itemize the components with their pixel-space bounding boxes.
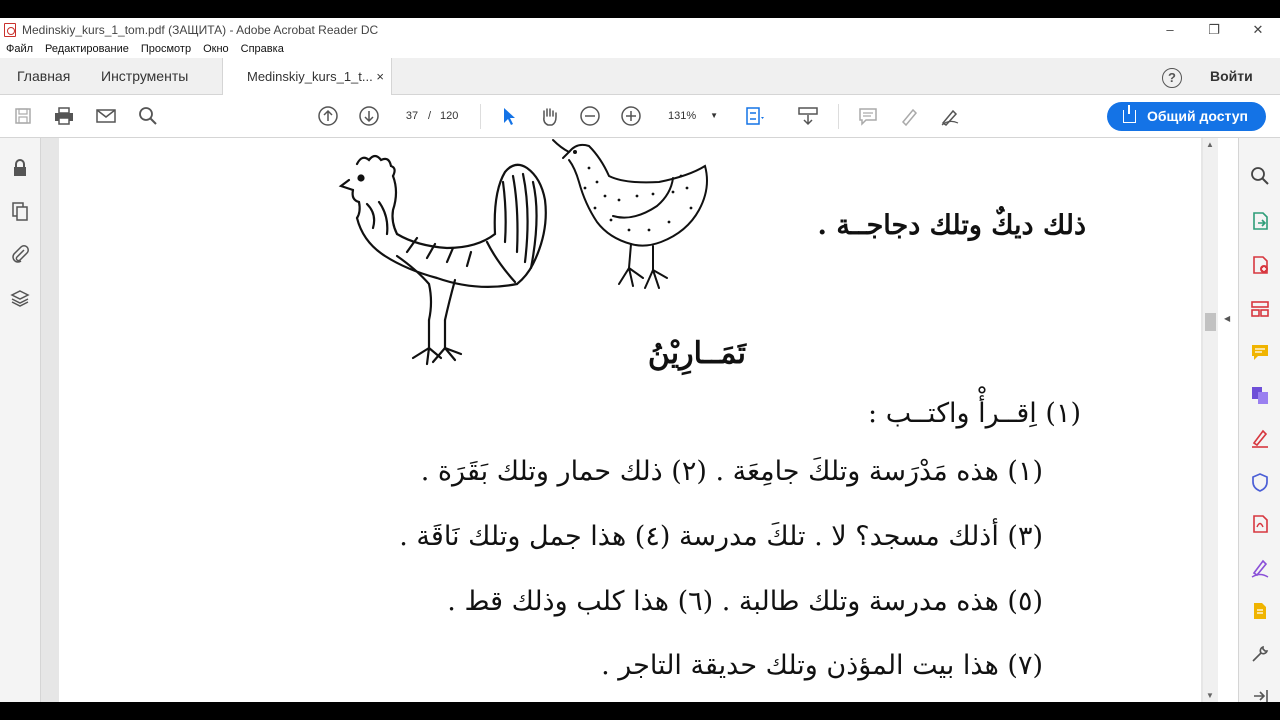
tab-home[interactable]: Главная [17, 58, 70, 95]
zoom-value: 131% [668, 110, 697, 122]
vertical-scrollbar[interactable]: ▲ ▼ [1203, 138, 1218, 702]
menu-edit[interactable]: Редактирование [39, 41, 135, 58]
picture-caption: ذلك ديكٌ وتلك دجاجــة . [817, 210, 1086, 241]
window-title: Medinskiy_kurs_1_tom.pdf (ЗАЩИТА) - Adob… [22, 22, 379, 37]
print-icon[interactable] [53, 105, 75, 127]
tab-tools[interactable]: Инструменты [101, 58, 188, 95]
combine-files-icon[interactable] [1250, 385, 1270, 405]
edit-pdf-icon[interactable] [1250, 558, 1270, 578]
attachment-icon[interactable] [10, 244, 30, 264]
sign-icon[interactable] [939, 105, 961, 127]
close-window-button[interactable]: ✕ [1236, 18, 1280, 41]
comment-icon[interactable] [857, 105, 879, 127]
scroll-up-icon[interactable]: ▲ [1206, 140, 1214, 149]
menu-file[interactable]: Файл [0, 41, 39, 58]
share-icon [1123, 105, 1136, 123]
prev-page-icon[interactable] [317, 105, 339, 127]
document-viewport[interactable]: ذلك ديكٌ وتلك دجاجــة . تَمَــارِيْنُ (١… [41, 138, 1203, 702]
tab-document-label: Medinskiy_kurs_1_t... [247, 69, 373, 84]
right-tools-pane [1238, 138, 1280, 702]
zoom-in-icon[interactable] [620, 105, 642, 127]
share-label: Общий доступ [1147, 108, 1248, 124]
toolbar-divider [480, 104, 481, 129]
signin-button[interactable]: Войти [1210, 58, 1253, 95]
share-button[interactable]: Общий доступ [1107, 102, 1266, 131]
tab-document[interactable]: Medinskiy_kurs_1_t... × [222, 58, 392, 96]
toolbar-divider [838, 104, 839, 129]
fit-page-icon[interactable] [744, 105, 766, 127]
title-bar: Medinskiy_kurs_1_tom.pdf (ЗАЩИТА) - Adob… [0, 18, 1280, 41]
expand-panel-icon[interactable] [1250, 686, 1270, 702]
window-controls: – ❐ ✕ [1148, 18, 1280, 41]
hand-icon[interactable] [538, 105, 560, 127]
chevron-down-icon: ▼ [710, 111, 718, 120]
highlight-icon[interactable] [898, 105, 920, 127]
email-icon[interactable] [95, 105, 117, 127]
minimize-button[interactable]: – [1148, 18, 1192, 41]
exercise-line: (٧) هذا بيت المؤذن وتلك حديقة التاجر . [601, 650, 1043, 681]
exercise-instruction: (١) اِقــرأْ واكتــب : [868, 398, 1081, 429]
acrobat-pdf-icon[interactable] [1250, 514, 1270, 534]
zoom-out-icon[interactable] [579, 105, 601, 127]
page-separator: / [428, 110, 432, 122]
send-review-icon[interactable] [1250, 601, 1270, 621]
scroll-mode-icon[interactable] [797, 105, 819, 127]
scrollbar-thumb[interactable] [1205, 312, 1216, 331]
menu-help[interactable]: Справка [235, 41, 290, 58]
exercises-heading: تَمَــارِيْنُ [647, 336, 746, 371]
pages-icon[interactable] [10, 201, 30, 221]
left-navigation-pane [0, 138, 41, 702]
close-tab-icon[interactable]: × [376, 58, 384, 95]
hen-illustration [552, 139, 708, 289]
organize-pages-icon[interactable] [1250, 299, 1270, 319]
protect-icon[interactable] [1250, 472, 1270, 492]
search-panel-icon[interactable] [1250, 166, 1270, 186]
menu-view[interactable]: Просмотр [135, 41, 197, 58]
create-pdf-icon[interactable] [1250, 255, 1270, 275]
menu-bar: Файл Редактирование Просмотр Окно Справк… [0, 41, 290, 58]
search-icon[interactable] [137, 105, 159, 127]
exercise-line: (٥) هذه مدرسة وتلك طالبة . (٦) هذا كلب و… [447, 586, 1043, 617]
export-pdf-icon[interactable] [1250, 211, 1270, 231]
comment-tool-icon[interactable] [1250, 342, 1270, 362]
rooster-illustration [338, 154, 547, 366]
layers-icon[interactable] [10, 288, 30, 308]
next-page-icon[interactable] [358, 105, 380, 127]
menu-window[interactable]: Окно [197, 41, 235, 58]
help-icon[interactable]: ? [1162, 68, 1182, 88]
scroll-down-icon[interactable]: ▼ [1206, 691, 1214, 700]
restore-button[interactable]: ❐ [1192, 18, 1236, 41]
exercise-line: (٣) أذلك مسجد؟ لا . تلكَ مدرسة (٤) هذا ج… [399, 521, 1043, 552]
more-tools-icon[interactable] [1250, 644, 1270, 664]
zoom-select[interactable]: 131% ▼ [660, 105, 722, 127]
page-total: 120 [440, 110, 459, 122]
pdf-file-icon [4, 22, 16, 37]
exercise-line: (١) هذه مَدْرَسة وتلكَ جامِعَة . (٢) ذلك… [420, 456, 1043, 487]
acrobat-window: Medinskiy_kurs_1_tom.pdf (ЗАЩИТА) - Adob… [0, 18, 1280, 702]
select-cursor-icon[interactable] [497, 105, 519, 127]
tab-bar: Главная Инструменты Medinskiy_kurs_1_t..… [0, 58, 1280, 96]
collapse-right-pane-icon[interactable]: ◀ [1224, 314, 1230, 323]
fill-sign-icon[interactable] [1250, 428, 1270, 448]
pdf-page: ذلك ديكٌ وتلك دجاجــة . تَمَــارِيْنُ (١… [59, 138, 1201, 702]
page-number-input[interactable]: 37 [397, 105, 427, 127]
save-icon[interactable] [12, 105, 34, 127]
lock-icon[interactable] [10, 158, 30, 178]
toolbar: 37 / 120 131% ▼ Общий доступ [0, 95, 1280, 138]
